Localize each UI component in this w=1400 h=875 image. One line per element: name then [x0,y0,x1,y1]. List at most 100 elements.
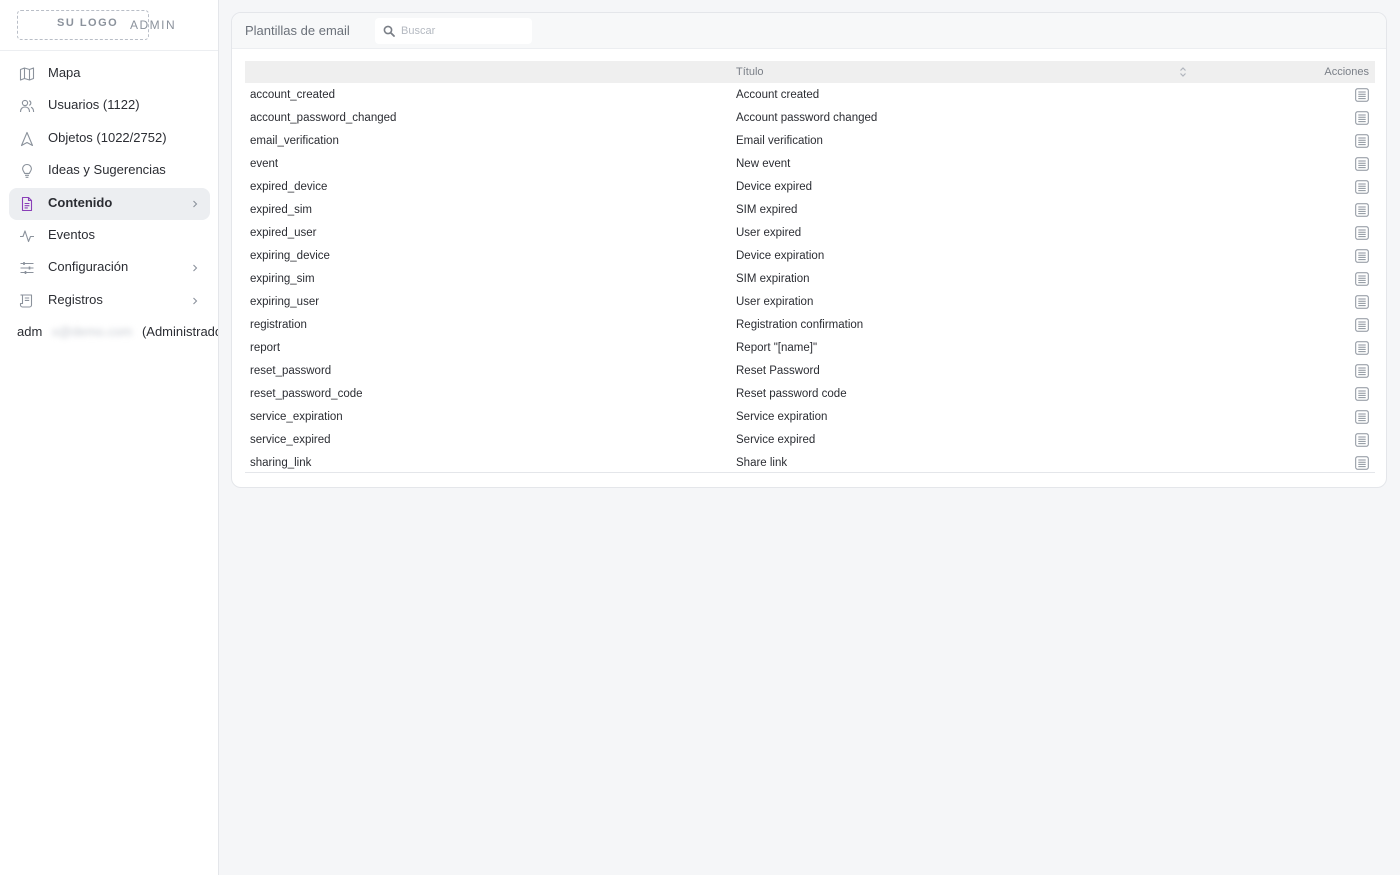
template-key-cell: expiring_device [250,249,330,262]
list-icon[interactable] [1355,202,1369,217]
table-row[interactable]: expired_user User expired [245,221,1375,244]
actions-cell [1195,313,1375,336]
table-row[interactable]: reset_password_code Reset password code [245,382,1375,405]
list-icon[interactable] [1355,248,1369,263]
sidebar-item-label: Objetos (1022/2752) [48,129,167,145]
list-icon[interactable] [1355,133,1369,148]
navigation-icon [20,131,34,146]
table-row[interactable]: report Report "[name]" [245,336,1375,359]
templates-table: Título Acciones account_created Account c… [245,61,1375,474]
list-icon[interactable] [1355,110,1369,125]
template-title-cell: New event [736,157,791,170]
sidebar-item-sliders[interactable]: Configuración [9,252,210,284]
sidebar-item-label: Registros [48,291,103,307]
search-input[interactable] [401,22,526,40]
sidebar-item-document[interactable]: Contenido [9,187,210,220]
list-icon[interactable] [1355,432,1369,447]
table-row[interactable]: sharing_link Share link [245,451,1375,474]
logo-text: SU LOGO [57,17,119,29]
template-title-cell: User expired [736,226,802,239]
sidebar-item-label: Eventos [48,226,95,242]
template-key-cell: expired_device [250,180,328,193]
template-key-cell: account_password_changed [250,111,397,124]
sidebar-item-label: Configuración [48,259,129,275]
sidebar: SU LOGO ADMIN Mapa Usuarios (1122) Objetos… [0,0,219,875]
sidebar-nav: Mapa Usuarios (1122) Objetos (1022/2752) Id… [0,58,218,317]
list-icon[interactable] [1355,294,1369,309]
table-row[interactable]: account_created Account created [245,83,1375,106]
sidebar-item-label: Usuarios (1122) [48,97,140,113]
list-icon[interactable] [1355,225,1369,240]
list-icon[interactable] [1355,179,1369,194]
panel-header: Plantillas de email [232,13,1386,49]
template-title-cell: Email verification [736,134,823,147]
sidebar-item-navigation[interactable]: Objetos (1022/2752) [9,123,210,155]
column-header-key [245,61,731,83]
user-email: x@demo.com [51,324,133,339]
user-role: (Administrador) [141,324,218,339]
template-title-cell: Share link [736,456,788,469]
template-title-cell: Account created [736,88,820,101]
table-row[interactable]: account_password_changed Account password… [245,106,1375,129]
lightbulb-icon [22,164,32,179]
search-box [375,18,532,44]
template-key-cell: report [250,341,281,354]
table-row[interactable]: expiring_device Device expiration [245,244,1375,267]
template-title-cell: SIM expiration [736,272,810,285]
table-row[interactable]: expired_device Device expired [245,175,1375,198]
table-row[interactable]: service_expired Service expired [245,428,1375,451]
list-icon[interactable] [1355,317,1369,332]
table-row[interactable]: reset_password Reset Password [245,359,1375,382]
template-title-cell: User expiration [736,295,814,308]
template-title-cell: Device expired [736,180,813,193]
table-row[interactable]: expiring_user User expiration [245,290,1375,313]
actions-cell [1195,106,1375,129]
list-icon[interactable] [1355,271,1369,286]
user-info[interactable]: adm x@demo.com (Administrador) [17,324,218,339]
template-key-cell: email_verification [250,134,339,147]
list-icon[interactable] [1355,340,1369,355]
table-row[interactable]: event New event [245,152,1375,175]
table-row[interactable]: expired_sim SIM expired [245,198,1375,221]
column-header-title[interactable]: Título [731,61,1195,83]
template-title-cell: Reset Password [736,364,820,377]
actions-cell [1195,382,1375,405]
list-icon[interactable] [1355,386,1369,401]
template-key-cell: expired_sim [250,203,312,216]
table-header-row: Título Acciones [245,61,1375,83]
table-row[interactable]: expiring_sim SIM expiration [245,267,1375,290]
sidebar-item-lightbulb[interactable]: Ideas y Sugerencias [9,155,210,187]
template-key-cell: account_created [250,88,336,101]
table-row[interactable]: service_expiration Service expiration [245,405,1375,428]
actions-cell [1195,175,1375,198]
table-row[interactable]: registration Registration confirmation [245,313,1375,336]
template-title-cell: SIM expired [736,203,798,216]
actions-cell [1195,83,1375,106]
column-actions-label: Acciones [1324,66,1369,78]
sidebar-item-label: Mapa [48,65,81,80]
list-icon[interactable] [1355,455,1369,470]
template-key-cell: sharing_link [250,456,312,469]
sidebar-item-users[interactable]: Usuarios (1122) [9,90,210,122]
actions-cell [1195,451,1375,474]
chevron-right-icon [193,264,198,272]
list-icon[interactable] [1355,156,1369,171]
sidebar-item-scroll[interactable]: Registros [9,285,210,317]
actions-cell [1195,267,1375,290]
actions-cell [1195,198,1375,221]
actions-cell [1195,405,1375,428]
sliders-icon [20,262,34,275]
sort-icon[interactable] [1179,66,1187,78]
actions-cell [1195,152,1375,175]
list-icon[interactable] [1355,409,1369,424]
sidebar-item-activity[interactable]: Eventos [9,220,210,252]
table-row[interactable]: email_verification Email verification [245,129,1375,152]
list-icon[interactable] [1355,87,1369,102]
template-key-cell: expiring_user [250,295,320,308]
column-header-actions: Acciones [1180,61,1375,83]
sidebar-item-map[interactable]: Mapa [9,58,210,90]
list-icon[interactable] [1355,363,1369,378]
template-title-cell: Reset password code [736,387,847,400]
actions-cell [1195,359,1375,382]
sidebar-item-label: Ideas y Sugerencias [48,162,166,178]
